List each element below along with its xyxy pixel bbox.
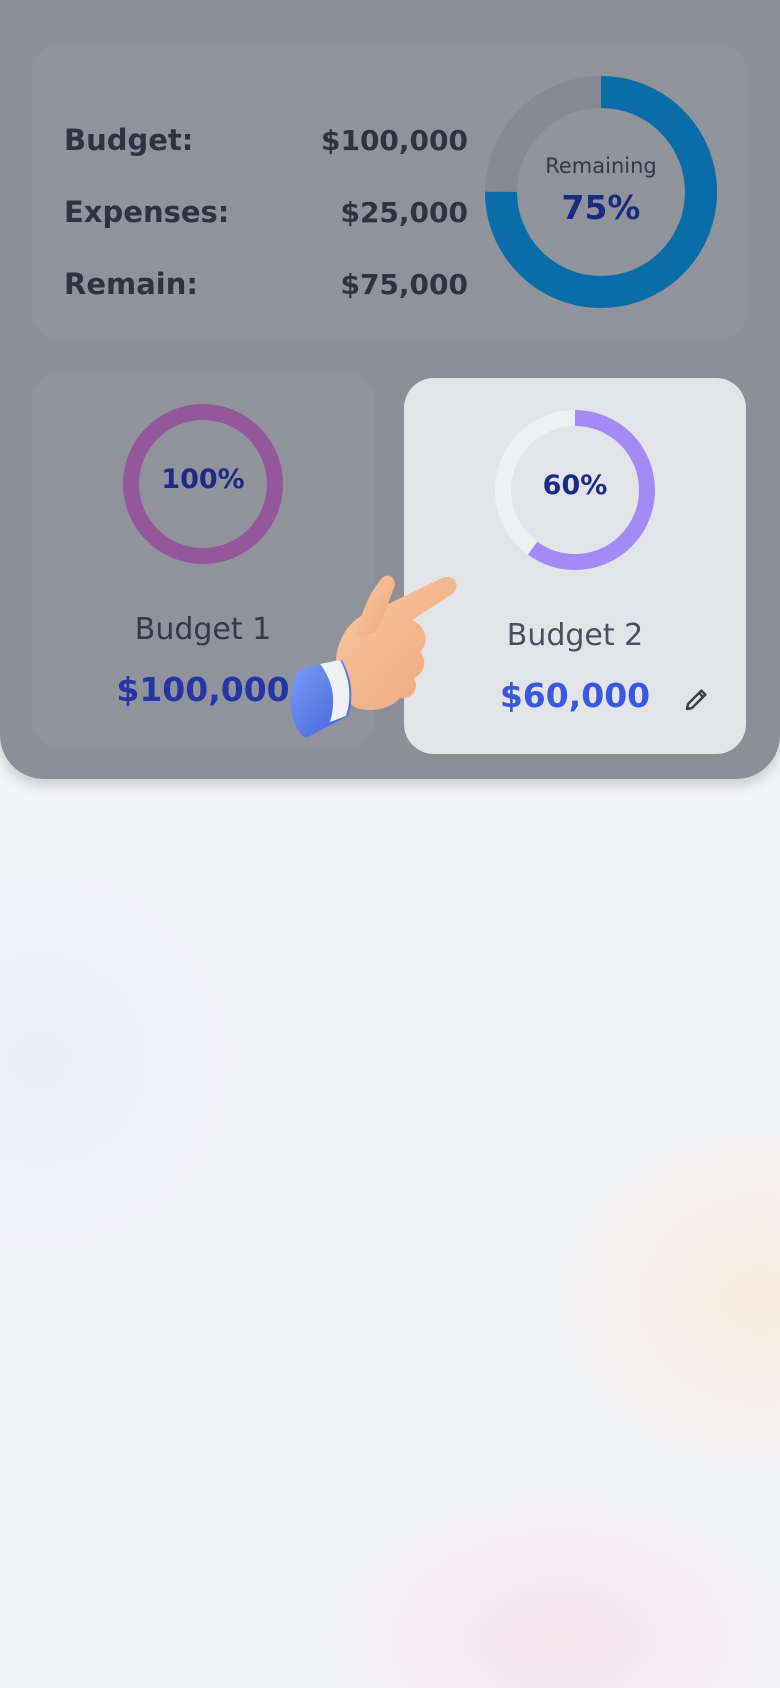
summary-value: $100,000: [320, 123, 468, 157]
summary-value: $75,000: [340, 267, 468, 301]
ring-percent: 60%: [542, 470, 608, 501]
summary-label: Remain:: [64, 267, 198, 301]
donut-caption: Remaining: [545, 154, 657, 178]
budget-2-ring: 60%: [493, 408, 657, 572]
donut-percent: 75%: [561, 188, 641, 227]
summary-value: $25,000: [340, 195, 468, 229]
pencil-icon[interactable]: [682, 684, 712, 714]
summary-label: Expenses:: [64, 195, 230, 229]
pointing-hand-icon: [270, 568, 500, 768]
ring-percent: 100%: [161, 464, 245, 495]
summary-row-expenses: Expenses: $25,000: [64, 192, 468, 232]
summary-row-remain: Remain: $75,000: [64, 264, 468, 304]
summary-row-budget: Budget: $100,000: [64, 120, 468, 160]
budget-summary-card: Budget: $100,000 Expenses: $25,000 Remai…: [32, 44, 748, 340]
remaining-donut-chart: Remaining 75%: [483, 74, 719, 310]
budget-1-ring: 100%: [121, 402, 285, 566]
summary-label: Budget:: [64, 123, 194, 157]
overlay-panel: Budget: $100,000 Expenses: $25,000 Remai…: [0, 0, 780, 779]
